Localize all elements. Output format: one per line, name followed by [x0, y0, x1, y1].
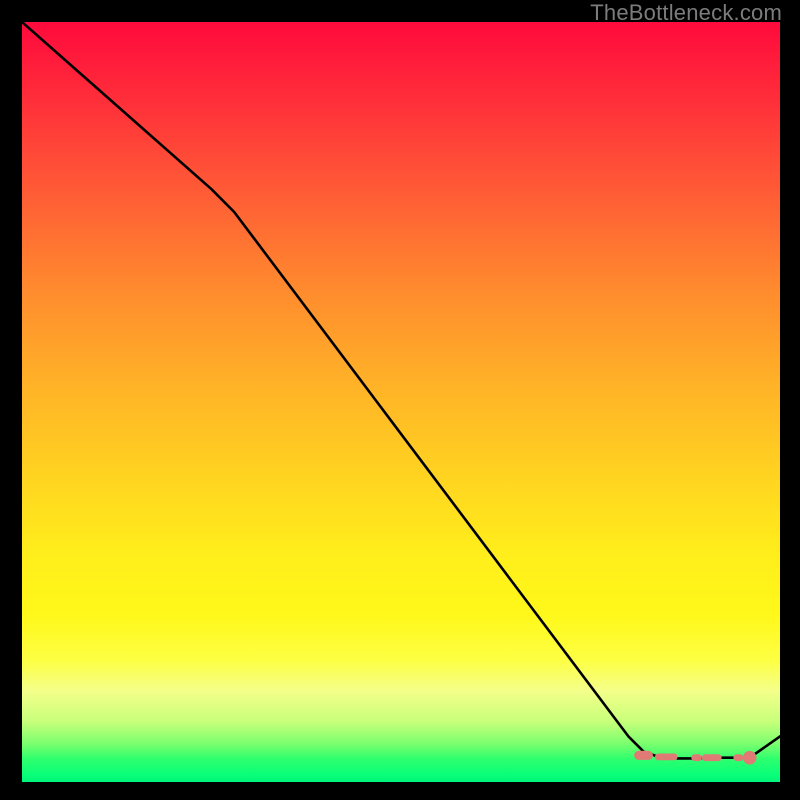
plot-background — [22, 22, 780, 782]
chart-root: TheBottleneck.com — [0, 0, 800, 800]
attribution-text: TheBottleneck.com — [590, 0, 782, 26]
